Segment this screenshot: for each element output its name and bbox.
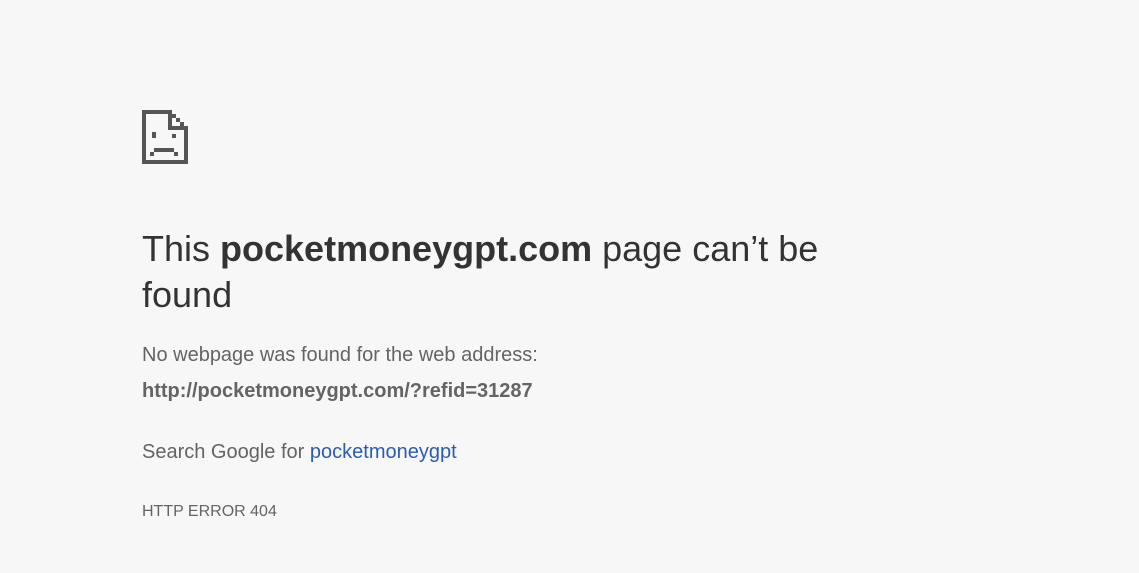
title-domain: pocketmoneygpt.com (220, 228, 593, 269)
error-page: This pocketmoneygpt.com page can’t be fo… (0, 0, 1139, 573)
title-prefix: This (142, 228, 211, 269)
page-title: This pocketmoneygpt.com page can’t be fo… (142, 226, 862, 318)
error-code: HTTP ERROR 404 (142, 503, 277, 520)
search-google-link[interactable]: pocketmoneygpt (310, 441, 457, 463)
search-suggestion: Search Google for pocketmoneygpt (142, 440, 457, 464)
sad-page-icon (142, 110, 188, 164)
requested-url: http://pocketmoneygpt.com/?refid=31287 (142, 380, 533, 402)
search-prefix: Search Google for (142, 441, 305, 463)
error-description: No webpage was found for the web address… (142, 344, 538, 366)
